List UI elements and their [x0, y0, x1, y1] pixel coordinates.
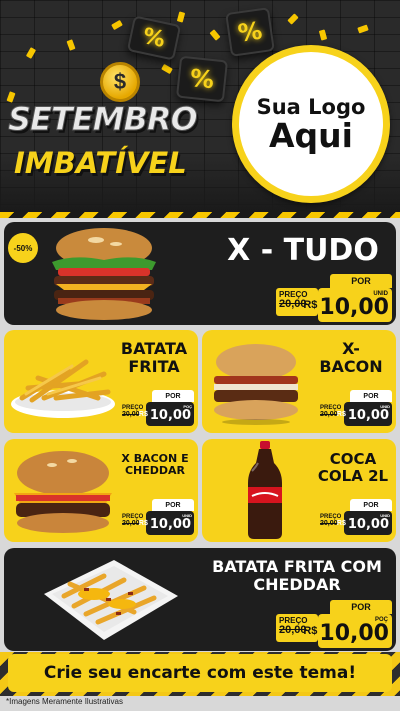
burger-image: [214, 344, 298, 425]
product-name: BATATA FRITA: [114, 340, 194, 376]
price-value: 10,00: [149, 408, 191, 423]
confetti: [66, 39, 76, 51]
currency-symbol: R$: [336, 519, 346, 527]
cheddar-fries-image: [44, 560, 178, 640]
soda-bottle-image: [248, 441, 282, 539]
price-tag: POR PREÇO 20,00 R$ 10,00 UNID: [120, 499, 194, 535]
new-price: R$ 10,00 POÇ: [303, 614, 392, 648]
currency-symbol: R$: [303, 625, 318, 637]
product-name-line2: CHEDDAR: [253, 574, 341, 594]
old-price-value: 20,00: [122, 411, 140, 418]
product-name-line1: COCA: [329, 450, 377, 468]
currency-symbol: R$: [138, 410, 148, 418]
logo-placeholder: Sua Logo Aqui: [232, 45, 390, 203]
cta-banner[interactable]: Crie seu encarte com este tema!: [8, 654, 392, 692]
confetti: [161, 63, 173, 75]
header-banner: % % % $ SETEMBRO IMBATÍVEL Sua Logo Aqui: [0, 0, 400, 212]
confetti: [357, 24, 369, 34]
product-name: X BACON E CHEDDAR: [114, 452, 196, 478]
price-value: 10,00: [347, 408, 389, 423]
por-label: POR: [152, 390, 194, 402]
product-name: COCA COLA 2L: [312, 451, 394, 485]
unit-label: POÇ: [183, 404, 192, 409]
product-name-line1: BATATA: [120, 339, 188, 358]
price-value: 10,00: [149, 517, 191, 532]
product-card-batata-frita[interactable]: BATATA FRITA POR PREÇO 20,00 R$ 10,00 PO…: [4, 330, 198, 433]
discount-badge: -50%: [8, 233, 38, 263]
product-card-xtudo[interactable]: X - TUDO POR PREÇO 20,00 R$ 10,00 UNID: [4, 222, 396, 325]
currency-symbol: R$: [138, 519, 148, 527]
price-value: 10,00: [319, 294, 389, 320]
product-card-batata-cheddar[interactable]: BATATA FRITA COM CHEDDAR POR PREÇO 20,00…: [4, 548, 396, 651]
unit-label: UNID: [380, 513, 390, 518]
unit-label: POÇ: [374, 617, 388, 623]
percent-cube-icon: %: [126, 15, 182, 61]
unit-label: UNID: [373, 291, 388, 297]
burger-image: [14, 451, 112, 533]
logo-text-line2: Aqui: [269, 115, 353, 155]
product-name: X - TUDO: [227, 233, 379, 268]
product-name-line1: BATATA FRITA COM: [212, 557, 382, 576]
por-label: POR: [350, 499, 392, 511]
product-name-line2: BACON: [319, 356, 383, 376]
campaign-title-line2: IMBATÍVEL: [14, 146, 187, 180]
product-name-line2: COLA 2L: [317, 466, 389, 485]
price-tag: POR PREÇO 20,00 R$ 10,00 POÇ: [276, 600, 392, 648]
product-card-coca-cola[interactable]: COCA COLA 2L POR PREÇO 20,00 R$ 10,00 UN…: [202, 439, 396, 542]
old-price-value: 20,00: [320, 520, 338, 527]
price-value: 10,00: [319, 620, 389, 646]
new-price: R$ 10,00 POÇ: [139, 402, 194, 426]
product-name: BATATA FRITA COM CHEDDAR: [202, 558, 392, 594]
product-card-xbacon-cheddar[interactable]: X BACON E CHEDDAR POR PREÇO 20,00 R$ 10,…: [4, 439, 198, 542]
price-tag: POR PREÇO 20,00 R$ 10,00 UNID: [276, 274, 392, 322]
currency-symbol: R$: [336, 410, 346, 418]
product-name-line1: X-: [342, 339, 360, 358]
confetti: [287, 13, 299, 25]
product-name: X- BACON: [310, 340, 392, 376]
percent-cube-icon: %: [225, 7, 275, 57]
disclaimer-text: *Imagens Meramente Ilustrativas: [6, 697, 123, 706]
percent-cube-icon: %: [175, 55, 229, 103]
burger-image: [52, 228, 156, 320]
product-name-line2: CHEDDAR: [124, 464, 186, 478]
por-label: POR: [152, 499, 194, 511]
dollar-coin-icon: $: [100, 62, 140, 102]
product-card-xbacon[interactable]: X- BACON POR PREÇO 20,00 R$ 10,00 UNID: [202, 330, 396, 433]
hazard-stripe-top: [0, 212, 400, 218]
confetti: [25, 47, 37, 59]
por-label: POR: [330, 274, 392, 288]
confetti: [176, 11, 186, 23]
product-name-line2: FRITA: [128, 356, 180, 376]
confetti: [318, 29, 328, 41]
confetti: [209, 29, 221, 41]
price-tag: POR PREÇO 20,00 R$ 10,00 POÇ: [120, 390, 194, 426]
new-price: R$ 10,00 UNID: [337, 402, 392, 426]
price-tag: POR PREÇO 20,00 R$ 10,00 UNID: [318, 499, 392, 535]
new-price: R$ 10,00 UNID: [139, 511, 194, 535]
old-price-value: 20,00: [122, 520, 140, 527]
currency-symbol: R$: [303, 299, 318, 311]
unit-label: UNID: [182, 513, 192, 518]
campaign-title-line1: SETEMBRO: [8, 100, 199, 139]
new-price: R$ 10,00 UNID: [303, 288, 392, 322]
por-label: POR: [330, 600, 392, 614]
new-price: R$ 10,00 UNID: [337, 511, 392, 535]
old-price-value: 20,00: [320, 411, 338, 418]
confetti: [111, 19, 123, 31]
por-label: POR: [350, 390, 392, 402]
price-tag: POR PREÇO 20,00 R$ 10,00 UNID: [318, 390, 392, 426]
unit-label: UNID: [380, 404, 390, 409]
fries-image: [11, 359, 115, 418]
price-value: 10,00: [347, 517, 389, 532]
